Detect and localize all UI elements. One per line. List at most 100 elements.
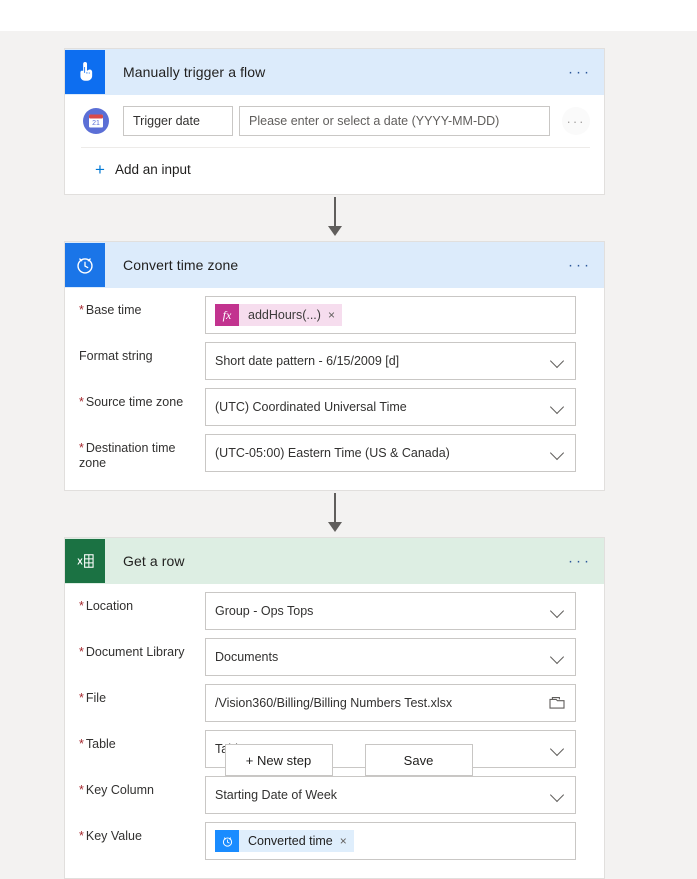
chevron-down-icon[interactable] [550, 445, 566, 461]
label-key-value-text: Key Value [85, 829, 142, 843]
plus-icon: + [95, 160, 105, 179]
connector-arrow-2 [64, 491, 605, 537]
field-row-source-time-zone: * Source time zone (UTC) Coordinated Univ… [65, 388, 590, 426]
trigger-card-header[interactable]: Manually trigger a flow ··· [65, 49, 604, 95]
get-a-row-card-title: Get a row [123, 553, 185, 569]
input-key-value[interactable]: Converted time × [205, 822, 576, 860]
trigger-date-placeholder: Please enter or select a date (YYYY-MM-D… [249, 114, 500, 128]
label-key-column: * Key Column [79, 776, 205, 798]
label-key-column-text: Key Column [85, 783, 154, 797]
field-row-format-string: Format string Short date pattern - 6/15/… [65, 342, 590, 380]
field-row-key-column: * Key Column Starting Date of Week [65, 776, 590, 814]
chevron-down-icon[interactable] [550, 353, 566, 369]
required-indicator: * [79, 829, 84, 843]
required-indicator: * [79, 691, 84, 705]
dropdown-format-string-value: Short date pattern - 6/15/2009 [d] [215, 354, 400, 368]
label-document-library: * Document Library [79, 638, 205, 660]
trigger-input-row: 21 Trigger date Please enter or select a… [65, 95, 604, 147]
top-strip [0, 0, 697, 31]
dropdown-document-library[interactable]: Documents [205, 638, 576, 676]
label-file-text: File [85, 691, 107, 705]
trigger-date-value-input[interactable]: Please enter or select a date (YYYY-MM-D… [239, 106, 550, 136]
fx-token-remove-icon[interactable]: × [328, 308, 342, 322]
convert-time-zone-card-title: Convert time zone [123, 257, 239, 273]
fx-token-addhours[interactable]: fx addHours(...) × [215, 304, 342, 326]
excel-icon: X [65, 539, 105, 583]
label-base-time: * Base time [79, 296, 205, 318]
dropdown-format-string[interactable]: Short date pattern - 6/15/2009 [d] [205, 342, 576, 380]
save-button[interactable]: Save [364, 744, 473, 776]
trigger-card: Manually trigger a flow ··· 21 Trigger d… [64, 48, 605, 195]
alarm-clock-icon [215, 830, 239, 852]
chevron-down-icon[interactable] [550, 787, 566, 803]
label-destination-time-zone-text: Destination time zone [79, 441, 176, 470]
footer-actions: + New step Save [0, 744, 697, 776]
connector-arrow-1 [64, 195, 605, 241]
field-row-base-time: * Base time fx addHours(...) × [65, 296, 590, 334]
trigger-input-more-button[interactable]: ··· [562, 107, 590, 135]
required-indicator: * [79, 783, 84, 797]
required-indicator: * [79, 441, 84, 455]
trigger-card-title: Manually trigger a flow [123, 64, 266, 80]
add-an-input-button[interactable]: + Add an input [65, 148, 604, 194]
label-source-time-zone: * Source time zone [79, 388, 205, 410]
dropdown-document-library-value: Documents [215, 650, 279, 664]
chevron-down-icon[interactable] [550, 649, 566, 665]
field-row-key-value: * Key Value Converted time × [65, 822, 590, 860]
trigger-date-name-field[interactable]: Trigger date [123, 106, 233, 136]
field-row-destination-time-zone: * Destination time zone (UTC-05:00) Easte… [65, 434, 590, 472]
required-indicator: * [79, 599, 84, 613]
calendar-icon: 21 [81, 106, 111, 136]
input-base-time[interactable]: fx addHours(...) × [205, 296, 576, 334]
dynamic-token-remove-icon[interactable]: × [340, 834, 354, 848]
label-file: * File [79, 684, 205, 706]
connector-arrowhead [328, 522, 342, 532]
dropdown-destination-time-zone-value: (UTC-05:00) Eastern Time (US & Canada) [215, 446, 450, 460]
input-file-path-value: /Vision360/Billing/Billing Numbers Test.… [215, 696, 453, 710]
convert-time-zone-card-header[interactable]: Convert time zone ··· [65, 242, 604, 288]
dynamic-token-converted-time[interactable]: Converted time × [215, 830, 354, 852]
convert-time-zone-card: Convert time zone ··· * Base time fx addH… [64, 241, 605, 491]
svg-text:21: 21 [92, 120, 100, 127]
trigger-card-more-button[interactable]: ··· [568, 65, 592, 80]
label-location: * Location [79, 592, 205, 614]
get-a-row-card: X Get a row ··· * Location Group - Ops To… [64, 537, 605, 879]
input-file-path[interactable]: /Vision360/Billing/Billing Numbers Test.… [205, 684, 576, 722]
label-location-text: Location [85, 599, 134, 613]
convert-time-zone-body: * Base time fx addHours(...) × Format str… [65, 288, 604, 490]
new-step-button[interactable]: + New step [224, 744, 333, 776]
dropdown-location-value: Group - Ops Tops [215, 604, 314, 618]
get-a-row-body: * Location Group - Ops Tops * Document Lib… [65, 584, 604, 878]
convert-time-zone-more-button[interactable]: ··· [568, 258, 592, 273]
chevron-down-icon[interactable] [550, 603, 566, 619]
label-format-string: Format string [79, 342, 205, 364]
chevron-down-icon[interactable] [550, 399, 566, 415]
dropdown-destination-time-zone[interactable]: (UTC-05:00) Eastern Time (US & Canada) [205, 434, 576, 472]
field-row-document-library: * Document Library Documents [65, 638, 590, 676]
field-row-location: * Location Group - Ops Tops [65, 592, 590, 630]
flow-canvas: Manually trigger a flow ··· 21 Trigger d… [0, 31, 697, 879]
alarm-clock-icon [65, 243, 105, 287]
dropdown-source-time-zone-value: (UTC) Coordinated Universal Time [215, 400, 407, 414]
label-format-string-text: Format string [79, 349, 153, 363]
required-indicator: * [79, 303, 84, 317]
label-document-library-text: Document Library [85, 645, 185, 659]
dropdown-key-column[interactable]: Starting Date of Week [205, 776, 576, 814]
trigger-date-name-value: Trigger date [133, 114, 200, 128]
fx-icon: fx [215, 304, 239, 326]
dropdown-source-time-zone[interactable]: (UTC) Coordinated Universal Time [205, 388, 576, 426]
svg-text:X: X [77, 557, 83, 566]
get-a-row-more-button[interactable]: ··· [568, 554, 592, 569]
add-an-input-label: Add an input [114, 162, 191, 177]
field-row-file: * File /Vision360/Billing/Billing Numbers… [65, 684, 590, 722]
label-destination-time-zone: * Destination time zone [79, 434, 205, 471]
get-a-row-card-header[interactable]: X Get a row ··· [65, 538, 604, 584]
label-source-time-zone-text: Source time zone [85, 395, 184, 409]
dynamic-token-label: Converted time [248, 834, 333, 848]
folder-icon[interactable] [548, 695, 566, 711]
dropdown-key-column-value: Starting Date of Week [215, 788, 338, 802]
dropdown-location[interactable]: Group - Ops Tops [205, 592, 576, 630]
trigger-card-body: 21 Trigger date Please enter or select a… [65, 95, 604, 194]
required-indicator: * [79, 645, 84, 659]
label-key-value: * Key Value [79, 822, 205, 844]
